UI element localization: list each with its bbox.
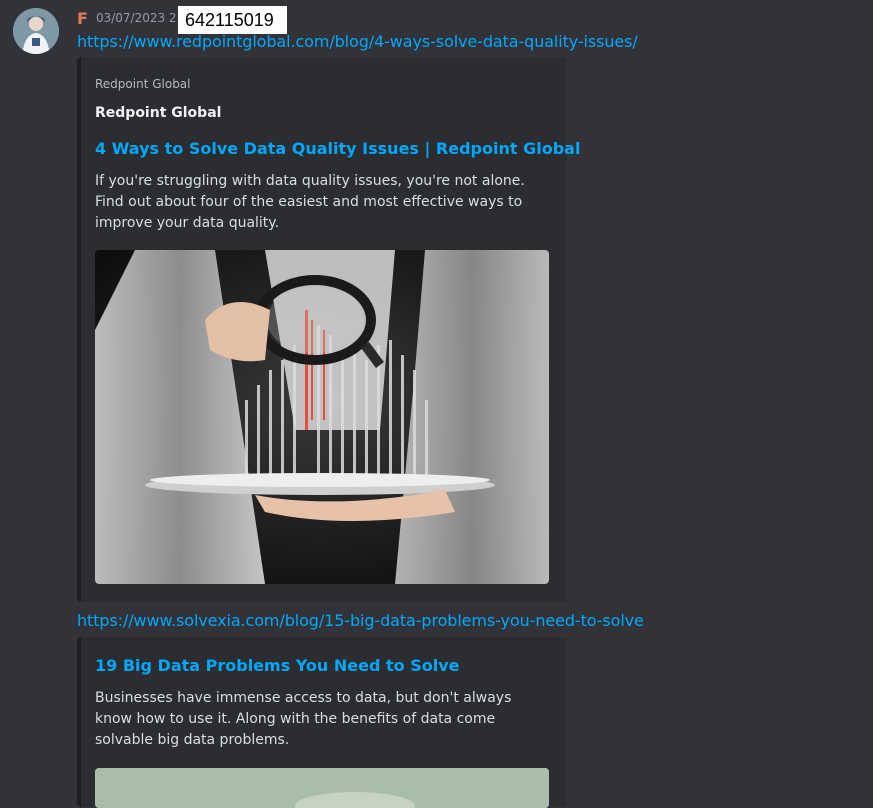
embed-image-magnifier[interactable] (95, 250, 549, 584)
message-link-redpoint[interactable]: https://www.redpointglobal.com/blog/4-wa… (77, 32, 638, 51)
embed-redpoint: Redpoint Global Redpoint Global 4 Ways t… (77, 57, 580, 602)
embed-title[interactable]: 4 Ways to Solve Data Quality Issues | Re… (95, 139, 580, 158)
user-avatar[interactable] (13, 8, 59, 54)
username[interactable]: F (77, 9, 88, 28)
embed-title[interactable]: 19 Big Data Problems You Need to Solve (95, 656, 459, 675)
embed-description: If you're struggling with data quality i… (95, 173, 525, 231)
timestamp: 03/07/2023 2 (95, 11, 177, 25)
embed-solvexia: 19 Big Data Problems You Need to Solve B… (77, 637, 567, 808)
embed-author[interactable]: Redpoint Global (95, 105, 221, 121)
embed-description: Businesses have immense access to data, … (95, 690, 512, 748)
redaction-box: 642115019 (178, 6, 287, 34)
embed-image[interactable] (95, 768, 549, 808)
message-link-solvexia[interactable]: https://www.solvexia.com/blog/15-big-dat… (77, 611, 644, 630)
message-header: F 03/07/2023 2 (77, 6, 177, 30)
embed-provider[interactable]: Redpoint Global (95, 77, 191, 91)
